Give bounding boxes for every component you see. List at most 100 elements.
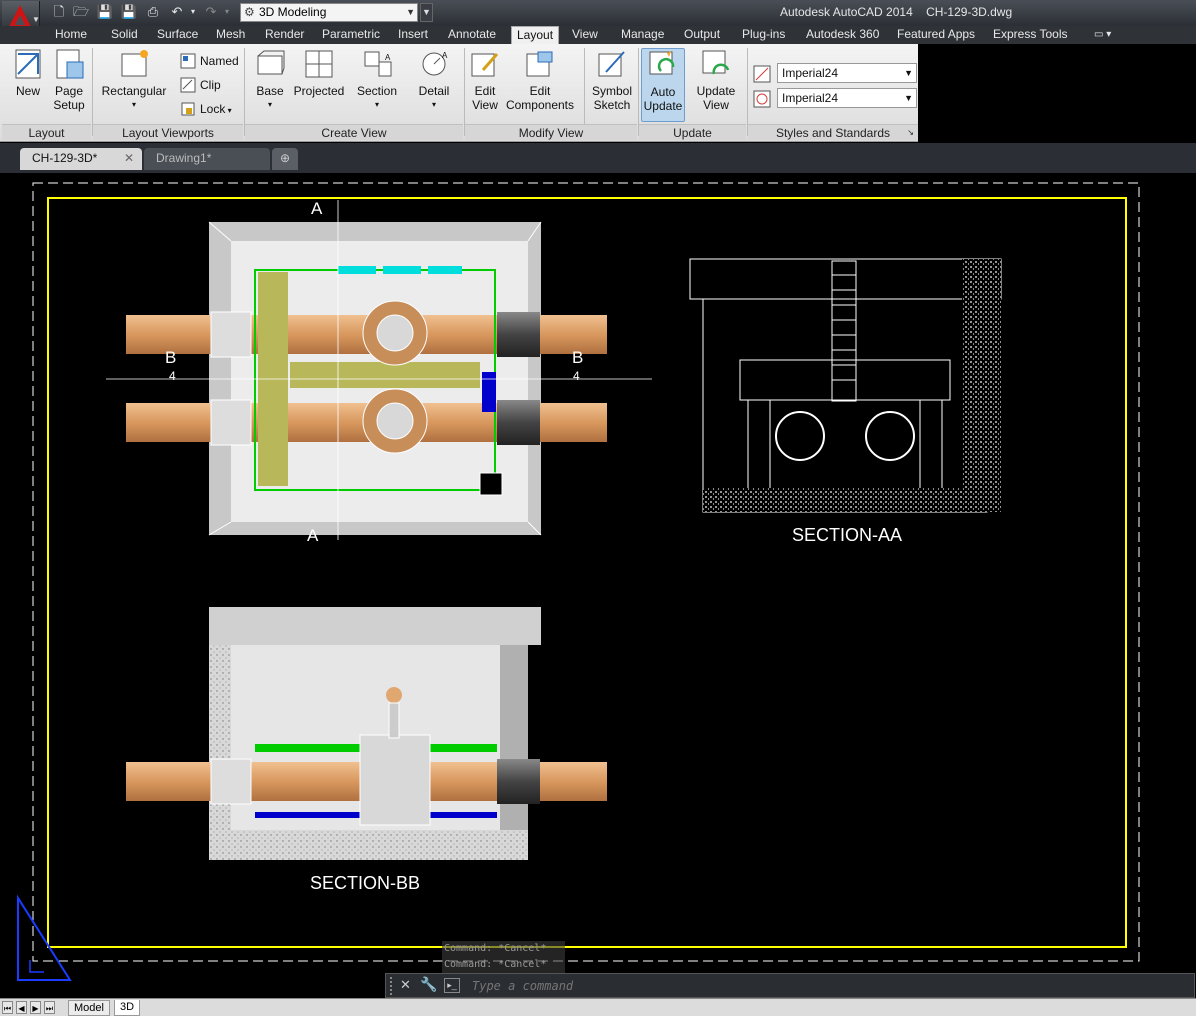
projected-view-button[interactable]: Projected [292, 48, 346, 98]
chevron-down-icon: ▼ [904, 68, 913, 78]
tab-view[interactable]: View [572, 26, 598, 44]
print-icon[interactable]: ⎙ [144, 4, 162, 20]
section-aa-title: SECTION-AA [792, 525, 902, 545]
tab-insert[interactable]: Insert [398, 26, 428, 44]
section-label: Section [356, 84, 398, 98]
new-tab-button[interactable]: ⊕ [272, 148, 298, 170]
doc-tab-active[interactable]: CH-129-3D* ✕ [20, 148, 142, 170]
close-icon[interactable]: ✕ [124, 148, 134, 169]
detail-view-icon: A [418, 48, 450, 80]
save-icon[interactable]: 💾 [96, 4, 114, 20]
tab-manage[interactable]: Manage [621, 26, 664, 44]
detail-label: Detail [418, 84, 450, 98]
styles-panel-title: Styles and Standards [775, 126, 891, 140]
symbol-sketch-label-2: Sketch [593, 98, 631, 112]
last-layout-icon[interactable]: ⏭ [44, 1001, 55, 1014]
drawing-area[interactable]: A A B B 4 4 SECTION-AA SECTION-BB [0, 173, 1196, 998]
tab-render[interactable]: Render [265, 26, 304, 44]
section-bb-view [126, 607, 607, 860]
section-view-style-label: Imperial24 [782, 66, 839, 80]
tab-model[interactable]: Model [68, 1000, 110, 1016]
projected-view-icon [303, 48, 335, 80]
tab-plug-ins[interactable]: Plug-ins [742, 26, 785, 44]
clip-viewport-button[interactable]: Clip [180, 76, 221, 94]
panel-title-layout: Layout [2, 124, 91, 140]
auto-update-label-1: Auto [650, 85, 676, 99]
tab-3d-layout[interactable]: 3D [114, 1000, 141, 1016]
save-as-icon[interactable]: 💾 [120, 4, 138, 20]
lock-icon [181, 102, 195, 116]
undo-dropdown-icon[interactable]: ▾ [184, 4, 202, 20]
page-setup-button[interactable]: Page Setup [50, 48, 88, 112]
open-folder-icon[interactable]: 🗁 [72, 4, 90, 20]
close-icon[interactable]: ✕ [400, 977, 411, 993]
tab-output[interactable]: Output [684, 26, 720, 44]
section-view-style-dropdown[interactable]: Imperial24 ▼ [777, 63, 917, 83]
auto-update-button[interactable]: Auto Update [641, 48, 685, 122]
doc-tab-drawing1[interactable]: Drawing1* [144, 148, 270, 170]
clip-label: Clip [200, 78, 221, 92]
symbol-sketch-icon [596, 48, 628, 80]
tab-surface[interactable]: Surface [157, 26, 198, 44]
tab-annotate[interactable]: Annotate [448, 26, 496, 44]
command-prompt-icon[interactable]: ▸_ [444, 978, 460, 993]
command-input[interactable] [472, 977, 1172, 995]
next-layout-icon[interactable]: ▶ [30, 1001, 41, 1014]
redo-dropdown-icon[interactable]: ▾ [218, 4, 236, 20]
prev-layout-icon[interactable]: ◀ [16, 1001, 27, 1014]
panel-title-create-view: Create View [245, 124, 463, 140]
first-layout-icon[interactable]: ⏮ [2, 1001, 13, 1014]
drag-handle[interactable] [390, 977, 394, 995]
tab-solid[interactable]: Solid [111, 26, 138, 44]
tab-home[interactable]: Home [55, 26, 87, 44]
tab-featured-apps[interactable]: Featured Apps [897, 26, 975, 44]
update-view-button[interactable]: Update View [693, 48, 739, 112]
tab-layout[interactable]: Layout [511, 26, 560, 44]
section-bb-title: SECTION-BB [310, 873, 420, 893]
new-layout-button[interactable]: New [8, 48, 48, 98]
section-marker-b-right: B [572, 348, 583, 367]
detail-view-style-label: Imperial24 [782, 91, 839, 105]
edit-view-label-1: Edit [474, 84, 496, 98]
ribbon-minimize-button[interactable]: ▭ ▾ [1094, 26, 1111, 44]
detail-view-style-icon [752, 89, 772, 109]
new-layout-label: New [15, 84, 40, 98]
svg-text:A: A [385, 53, 391, 62]
page-setup-label-2: Setup [53, 98, 85, 112]
lock-viewport-button[interactable]: Lock ▾ [180, 100, 232, 118]
section-marker-b-left: B [165, 348, 176, 367]
lock-label: Lock [200, 102, 226, 116]
auto-update-label-2: Update [643, 99, 683, 113]
edit-components-label-2: Components [505, 98, 575, 112]
quick-access-customize-button[interactable]: ▼ [420, 3, 433, 22]
workspace-dropdown[interactable]: ⚙ 3D Modeling ▼ [240, 3, 418, 22]
symbol-sketch-button[interactable]: Symbol Sketch [590, 48, 634, 112]
section-view-style-icon [752, 64, 772, 84]
dialog-launcher-icon[interactable]: ↘ [907, 125, 914, 141]
section-view-button[interactable]: A Section ▾ [356, 48, 398, 112]
rectangular-viewport-button[interactable]: Rectangular ▾ [100, 48, 168, 112]
new-file-icon[interactable]: 🗋 [50, 4, 68, 20]
tab-mesh[interactable]: Mesh [216, 26, 245, 44]
named-viewport-button[interactable]: Named [180, 52, 239, 70]
detail-view-button[interactable]: A Detail ▾ [416, 48, 452, 112]
page-setup-icon [53, 48, 85, 80]
plan-view [106, 200, 652, 540]
tab-autodesk-360[interactable]: Autodesk 360 [806, 26, 879, 44]
section-view-icon: A [361, 48, 393, 80]
panel-title-modify-view: Modify View [465, 124, 637, 140]
detail-view-style-dropdown[interactable]: Imperial24 ▼ [777, 88, 917, 108]
page-setup-label-1: Page [54, 84, 84, 98]
named-viewport-icon [180, 53, 196, 69]
edit-components-icon [524, 48, 556, 80]
ribbon-panel: New Page Setup Layout Rectangular ▾ Name… [0, 44, 918, 142]
base-view-button[interactable]: Base ▾ [252, 48, 288, 112]
edit-components-button[interactable]: Edit Components [505, 48, 575, 112]
auto-update-icon [647, 49, 679, 81]
edit-view-button[interactable]: Edit View [468, 48, 502, 112]
customize-wrench-icon[interactable]: 🔧 [420, 976, 437, 993]
svg-text:A: A [442, 51, 448, 60]
tab-express-tools[interactable]: Express Tools [993, 26, 1067, 44]
tab-parametric[interactable]: Parametric [322, 26, 380, 44]
command-line: ✕ 🔧 ▸_ [385, 973, 1195, 998]
